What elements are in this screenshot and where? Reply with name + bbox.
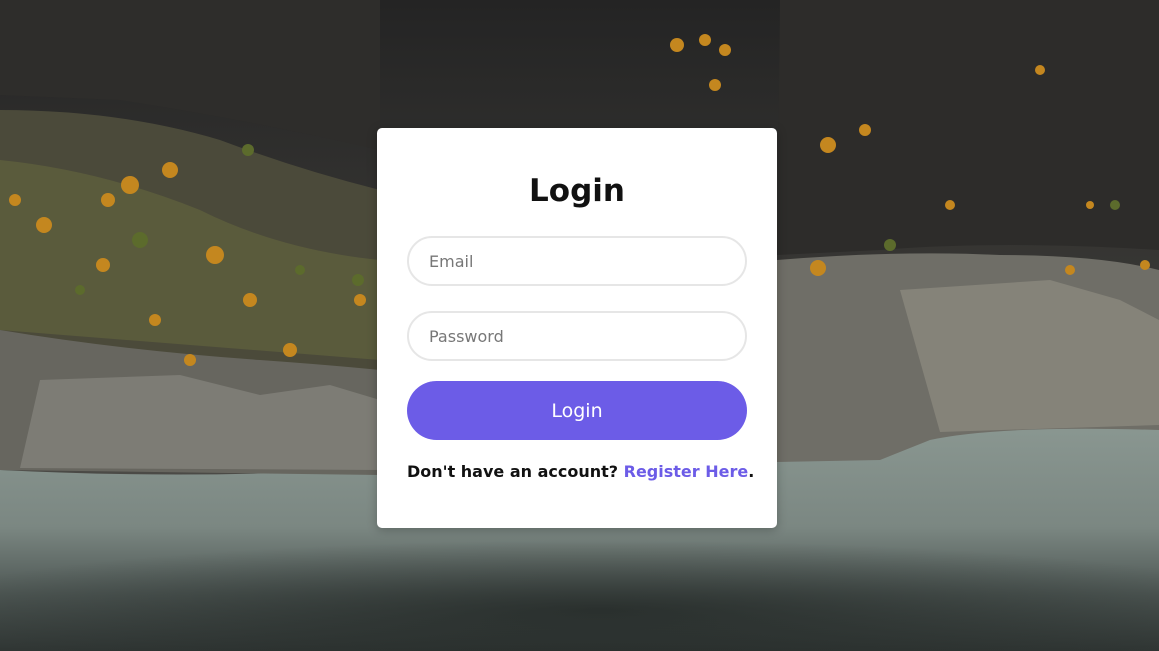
register-prompt-text: Don't have an account? [407,462,624,481]
login-button[interactable]: Login [407,381,747,440]
login-card: Login Login Don't have an account? Regis… [377,128,777,528]
login-title: Login [529,173,625,209]
email-input[interactable] [407,236,747,286]
register-link[interactable]: Register Here [624,462,749,481]
register-suffix: . [748,462,755,481]
register-prompt: Don't have an account? Register Here. [407,462,754,481]
password-input[interactable] [407,311,747,361]
